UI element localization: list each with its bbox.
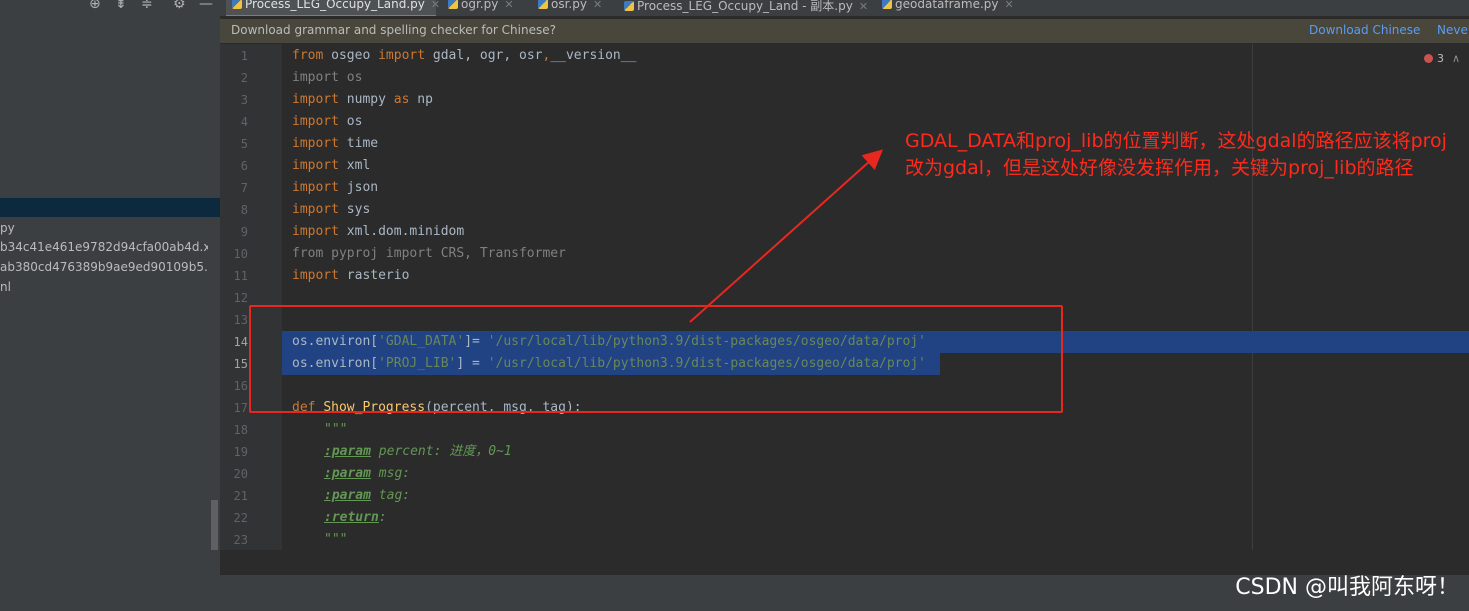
annotation-text: GDAL_DATA和proj_lib的位置判断，这处gdal的路径应该将proj… <box>905 130 1447 179</box>
watermark: CSDN @叫我阿东呀！ <box>1235 575 1459 600</box>
annotation-arrow <box>689 149 883 323</box>
